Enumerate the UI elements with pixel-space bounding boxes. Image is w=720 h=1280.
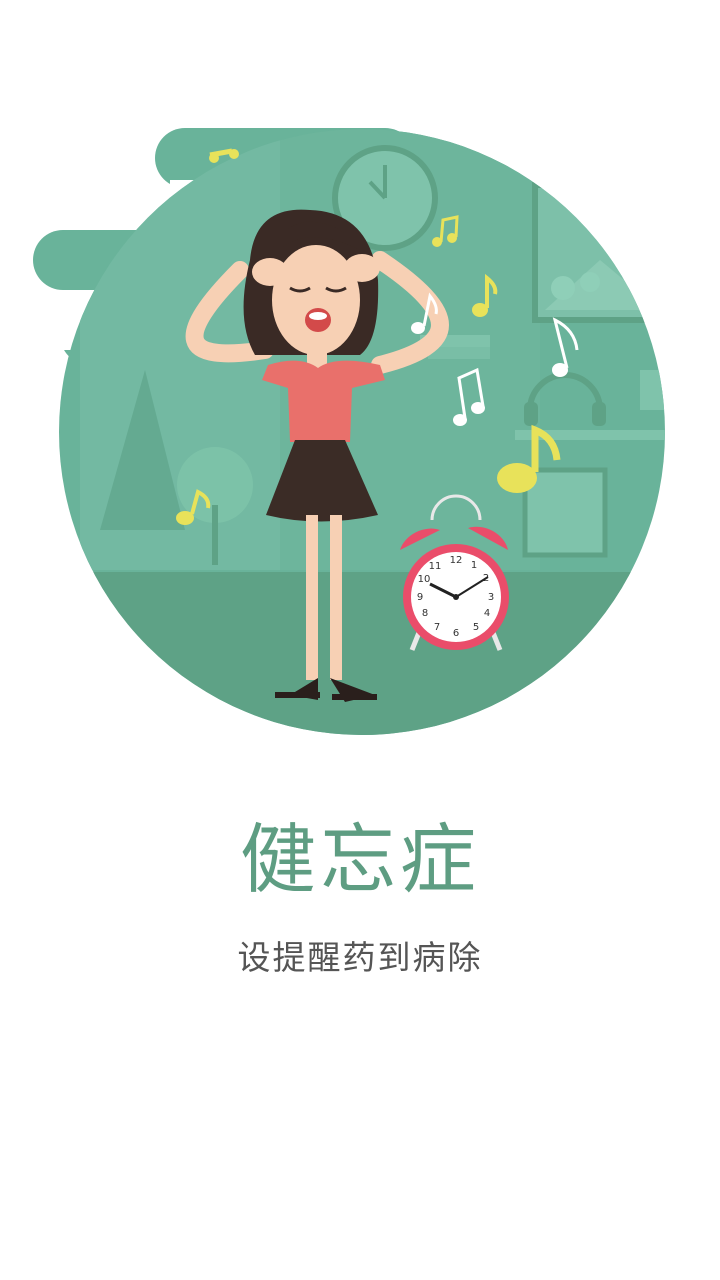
svg-text:11: 11 [429,561,442,572]
svg-text:3: 3 [488,592,494,603]
svg-text:4: 4 [484,608,490,619]
clock-number: 12 [450,555,463,566]
forgetful-woman-illustration: 12 1 2 3 4 5 6 7 8 9 10 11 [33,128,665,735]
svg-text:8: 8 [422,608,428,619]
svg-text:9: 9 [417,592,423,603]
onboarding-screen: 12 1 2 3 4 5 6 7 8 9 10 11 健忘症 设提醒药到病除 [0,0,720,1280]
svg-text:1: 1 [471,560,477,571]
svg-text:6: 6 [453,628,459,639]
page-subtitle: 设提醒药到病除 [237,938,483,977]
svg-text:5: 5 [473,622,479,633]
svg-text:10: 10 [418,574,431,585]
page-title: 健忘症 [240,815,480,904]
room-scene [59,129,665,735]
svg-text:7: 7 [434,622,440,633]
